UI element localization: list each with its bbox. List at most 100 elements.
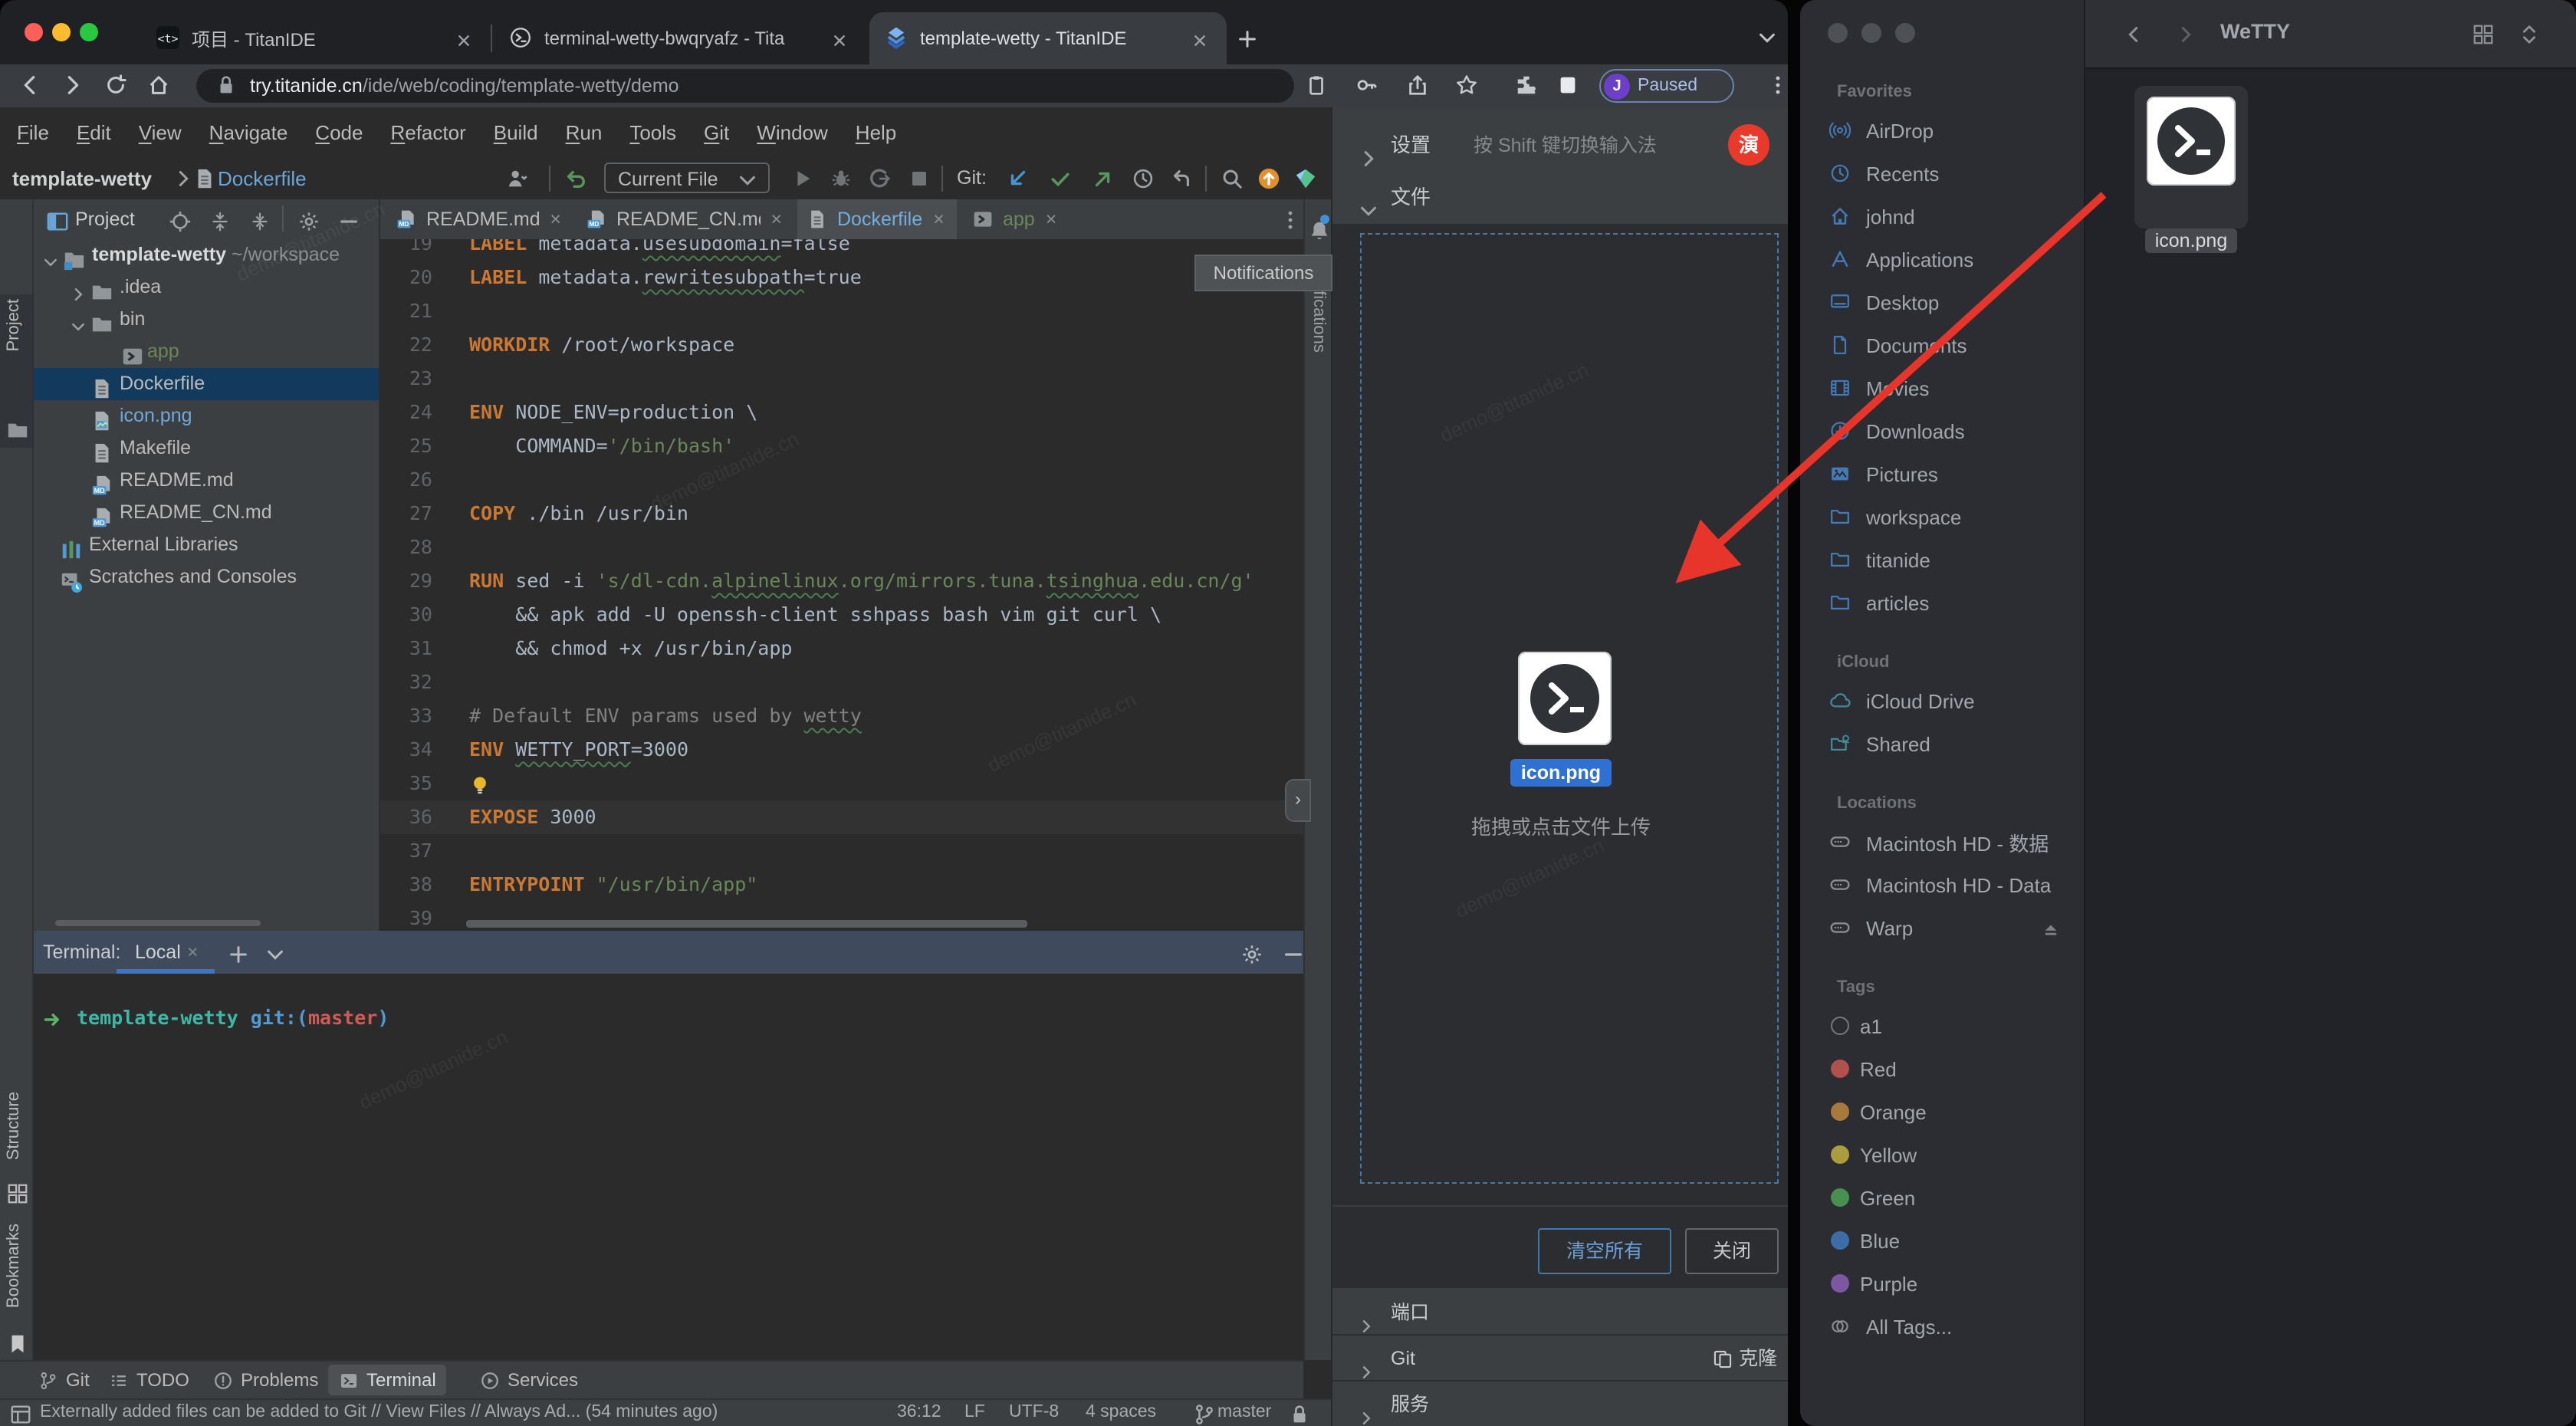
editor-hscrollbar[interactable]	[466, 920, 1027, 928]
sidebar-item-workspace[interactable]: workspace	[1800, 495, 2085, 538]
clipboard-icon[interactable]	[1305, 72, 1328, 100]
sidebar-item-red[interactable]: Red	[1800, 1047, 2085, 1090]
reload-icon[interactable]	[104, 72, 127, 100]
tree-item-icon-png[interactable]: icon.png	[34, 400, 379, 432]
password-key-icon[interactable]	[1355, 72, 1378, 100]
collapse-all-icon[interactable]	[248, 209, 271, 236]
menu-item-tools[interactable]: Tools	[616, 112, 690, 155]
minimize-window-button[interactable]	[52, 23, 71, 41]
run-icon[interactable]	[791, 166, 814, 193]
git-branch-name[interactable]: master	[1217, 1400, 1271, 1426]
tab-close-icon[interactable]: ×	[1046, 209, 1057, 230]
editor-tabs-kebab-icon[interactable]	[1279, 207, 1302, 235]
tree-item-app[interactable]: app	[34, 336, 379, 368]
indent-setting[interactable]: 4 spaces	[1086, 1400, 1156, 1426]
tab-close-icon[interactable]: ×	[550, 209, 561, 230]
line-ending[interactable]: LF	[964, 1400, 985, 1426]
rollback-icon[interactable]	[564, 166, 587, 193]
menu-item-git[interactable]: Git	[690, 112, 743, 155]
locate-file-icon[interactable]	[169, 209, 192, 236]
tree-item-scratches-and-consoles[interactable]: Scratches and Consoles	[34, 561, 379, 593]
run-configuration-select[interactable]: Current File	[604, 163, 770, 193]
menu-item-build[interactable]: Build	[480, 112, 552, 155]
tool-window-button-todo[interactable]: TODO	[98, 1365, 200, 1395]
tree-item-dockerfile[interactable]: Dockerfile	[34, 368, 379, 400]
zoom-window-button[interactable]	[80, 23, 98, 41]
git-push-icon[interactable]	[1092, 166, 1115, 193]
history-icon[interactable]	[1132, 166, 1155, 193]
eject-icon[interactable]	[2041, 916, 2061, 939]
menu-item-code[interactable]: Code	[301, 112, 376, 155]
reading-list-icon[interactable]	[1556, 72, 1579, 100]
code-editor[interactable]: 19LABEL metadata.usesubdomain=false20LAB…	[380, 239, 1303, 926]
sidebar-item-purple[interactable]: Purple	[1800, 1262, 2085, 1305]
tool-window-button-problems[interactable]: Problems	[202, 1365, 329, 1395]
sidebar-item-titanide[interactable]: titanide	[1800, 538, 2085, 581]
sidebar-item-pictures[interactable]: Pictures	[1800, 452, 2085, 495]
breadcrumb-file[interactable]: Dockerfile	[218, 158, 307, 199]
address-bar[interactable]: try.titanide.cn/ide/web/coding/template-…	[196, 69, 1294, 103]
tab-close-icon[interactable]	[830, 28, 851, 49]
sidebar-item-green[interactable]: Green	[1800, 1176, 2085, 1219]
minimize-window-button[interactable]	[1861, 23, 1881, 43]
browser-menu-kebab-icon[interactable]	[1766, 72, 1788, 100]
terminal-dropdown-icon[interactable]	[264, 941, 287, 969]
tab-close-icon[interactable]	[1190, 28, 1211, 49]
breadcrumb-project[interactable]: template-wetty	[12, 158, 152, 199]
sidebar-item-icloud-drive[interactable]: iCloud Drive	[1800, 679, 2085, 722]
tree-item-makefile[interactable]: Makefile	[34, 432, 379, 465]
terminal-prompt[interactable]: template-wettygit:(master)	[43, 1001, 389, 1035]
settings-section-row[interactable]: 设置 按 Shift 键切换输入法	[1332, 123, 1788, 169]
finder-back-icon[interactable]	[2122, 21, 2145, 49]
uploaded-file-thumbnail[interactable]	[1518, 652, 1612, 745]
terminal-settings-gear-icon[interactable]	[1240, 941, 1263, 969]
home-icon[interactable]	[147, 72, 170, 100]
user-icon[interactable]	[506, 166, 529, 193]
sort-chevrons-icon[interactable]	[2518, 21, 2541, 49]
editor-tab-dockerfile[interactable]: Dockerfile×	[797, 199, 957, 239]
sidebar-item-recents[interactable]: Recents	[1800, 152, 2085, 195]
clear-all-button[interactable]: 清空所有	[1538, 1228, 1671, 1274]
tree-item-external-libraries[interactable]: External Libraries	[34, 529, 379, 561]
structure-icon[interactable]	[6, 1181, 29, 1208]
tree-item-readme-cn-md[interactable]: MDREADME_CN.md	[34, 497, 379, 529]
git-commit-icon[interactable]	[1049, 166, 1072, 193]
expand-all-icon[interactable]	[209, 209, 232, 236]
ide-gem-icon[interactable]	[1294, 166, 1317, 193]
tab-search-chevron-icon[interactable]	[1756, 25, 1779, 52]
editor-tab-readme-cn-md[interactable]: MDREADME_CN.md×	[577, 199, 791, 239]
tree-item--idea[interactable]: .idea	[34, 271, 379, 304]
menu-item-refactor[interactable]: Refactor	[376, 112, 479, 155]
tab-close-icon[interactable]: ×	[770, 209, 782, 230]
sidebar-item-shared[interactable]: Shared	[1800, 722, 2085, 765]
bookmark-star-icon[interactable]	[1455, 72, 1478, 100]
menu-item-navigate[interactable]: Navigate	[196, 112, 302, 155]
sidebar-item-documents[interactable]: Documents	[1800, 324, 2085, 366]
sidebar-item-orange[interactable]: Orange	[1800, 1090, 2085, 1133]
grid-view-icon[interactable]	[2472, 21, 2495, 49]
stripe-project-label[interactable]: Project	[5, 299, 23, 352]
sidebar-item-downloads[interactable]: Downloads	[1800, 409, 2085, 452]
project-hscrollbar[interactable]	[55, 920, 261, 926]
sidebar-item-warp[interactable]: Warp	[1800, 906, 2085, 949]
git-update-icon[interactable]	[1006, 166, 1029, 193]
tool-window-button-git[interactable]: Git	[28, 1365, 100, 1395]
close-button[interactable]: 关闭	[1685, 1228, 1779, 1274]
debug-icon[interactable]	[830, 166, 853, 193]
stripe-bookmarks-label[interactable]: Bookmarks	[5, 1224, 23, 1308]
search-everywhere-icon[interactable]	[1221, 166, 1244, 193]
browser-tab[interactable]: <t>项目 - TitanIDE	[141, 12, 491, 64]
panel-section-row-0[interactable]: 端口	[1332, 1291, 1788, 1336]
upload-circle-icon[interactable]	[1257, 166, 1280, 193]
sidebar-item-macintosh-hd-[interactable]: Macintosh HD - 数据	[1800, 820, 2085, 863]
terminal-tab-close-icon[interactable]: ×	[187, 931, 199, 974]
sidebar-item-yellow[interactable]: Yellow	[1800, 1133, 2085, 1176]
tab-close-icon[interactable]	[454, 28, 475, 49]
sidebar-item-all-tags-[interactable]: All Tags...	[1800, 1305, 2085, 1348]
tree-item-readme-md[interactable]: MDREADME.md	[34, 465, 379, 497]
editor-tab-readme-md[interactable]: MDREADME.md×	[386, 199, 570, 239]
intention-bulb-icon[interactable]	[469, 771, 491, 794]
project-panel-title[interactable]: Project	[75, 199, 135, 239]
sidebar-item-airdrop[interactable]: AirDrop	[1800, 109, 2085, 152]
finder-forward-icon[interactable]	[2174, 21, 2197, 49]
